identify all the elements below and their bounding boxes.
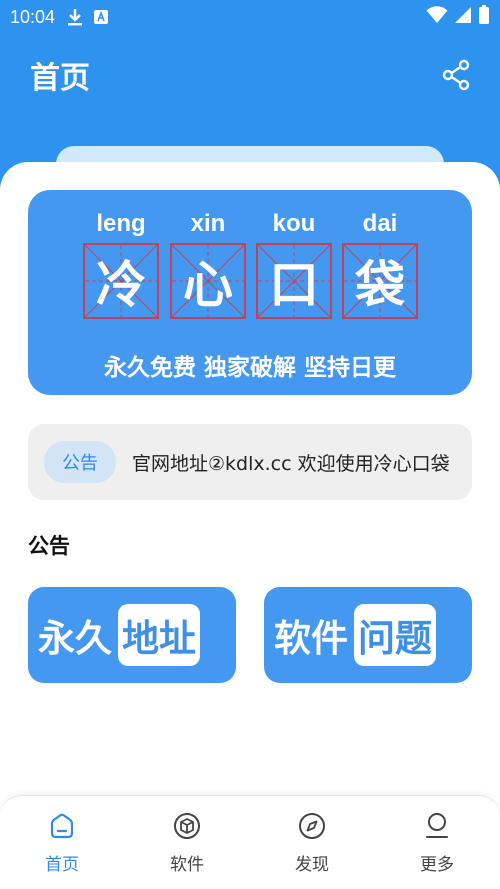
char-grid-4: 袋: [342, 243, 418, 319]
software-issues-button[interactable]: 软件 问题: [264, 587, 472, 683]
nav-item-home[interactable]: 首页: [12, 812, 112, 875]
nav-item-discover[interactable]: 发现: [262, 812, 362, 875]
notice-marquee-text: 官网地址②kdlx.cc 欢迎使用冷心口袋: [132, 452, 450, 475]
char-grid-2: 心: [170, 243, 246, 319]
tile-label-part1: 永久: [38, 617, 112, 660]
notice-tag: 公告: [44, 441, 116, 483]
permanent-address-button[interactable]: 永久 地址: [28, 587, 236, 683]
nav-item-software[interactable]: 软件: [137, 812, 237, 875]
char-1: 冷: [96, 256, 146, 314]
pinyin-4: dai: [362, 210, 398, 237]
page-title: 首页: [30, 61, 90, 96]
share-icon: [442, 59, 470, 91]
section-title: 公告: [28, 534, 70, 558]
app-bar: 首页: [0, 40, 500, 110]
status-bar: 10:04: [0, 0, 500, 34]
pinyin-2: xin: [190, 210, 226, 237]
banner-slogan: 永久免费 独家破解 坚持日更: [103, 355, 396, 381]
char-3: 口: [269, 256, 319, 314]
compass-icon: [299, 813, 325, 839]
hero-banner[interactable]: leng xin kou dai 冷 心 口 袋 永久免费 独家破解 坚持日更: [28, 190, 472, 395]
char-2: 心: [183, 256, 233, 314]
keyboard-a-icon: [93, 9, 109, 25]
nav-label-home: 首页: [45, 855, 79, 875]
box-icon: [174, 813, 200, 839]
char-grid-3: 口: [256, 243, 332, 319]
nav-label-more: 更多: [420, 855, 454, 875]
tile-label-part2: 地址: [118, 604, 200, 666]
wifi-icon: [426, 6, 448, 28]
tile-label-part2: 问题: [354, 604, 436, 666]
download-icon: [67, 8, 83, 26]
status-time: 10:04: [10, 6, 56, 27]
char-4: 袋: [355, 256, 405, 314]
nav-label-software: 软件: [170, 855, 204, 875]
nav-label-discover: 发现: [295, 855, 329, 875]
home-icon: [50, 813, 74, 839]
person-icon: [426, 813, 448, 838]
nav-item-more[interactable]: 更多: [387, 812, 487, 875]
pinyin-row: leng xin kou dai: [28, 210, 472, 240]
notice-bar[interactable]: 公告 官网地址②kdlx.cc 欢迎使用冷心口袋: [28, 424, 472, 500]
signal-icon: [454, 6, 472, 28]
pinyin-1: leng: [96, 210, 146, 237]
bottom-nav: 首页 软件 发现 更多: [0, 795, 500, 889]
battery-icon: [478, 5, 490, 29]
share-button[interactable]: [438, 57, 474, 93]
pinyin-3: kou: [272, 210, 316, 237]
char-grid-1: 冷: [83, 243, 159, 319]
tile-label-part1: 软件: [274, 617, 348, 660]
